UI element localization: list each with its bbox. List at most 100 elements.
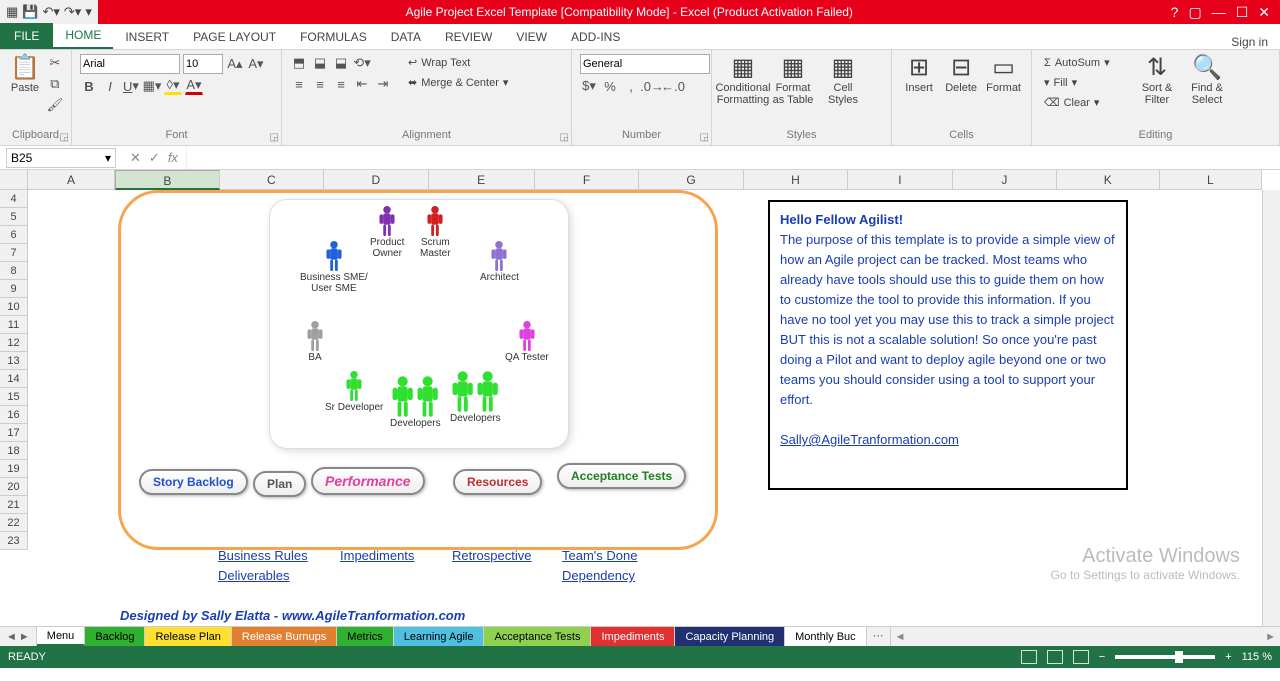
find-select-button[interactable]: 🔍Find & Select (1184, 54, 1230, 108)
align-middle-icon[interactable]: ⬓ (311, 54, 329, 72)
row-header[interactable]: 10 (0, 298, 28, 316)
column-header[interactable]: K (1057, 170, 1160, 189)
maximize-icon[interactable]: ☐ (1236, 4, 1249, 21)
select-all-corner[interactable] (0, 170, 28, 190)
tab-addins[interactable]: ADD-INS (559, 25, 632, 49)
clear-button[interactable]: ⌫Clear▾ (1040, 94, 1130, 111)
format-painter-icon[interactable]: 🖌 (46, 96, 64, 114)
sheet-tab[interactable]: Release Plan (145, 627, 231, 646)
tab-home[interactable]: HOME (53, 23, 113, 49)
zoom-out-icon[interactable]: − (1099, 651, 1105, 663)
zoom-in-icon[interactable]: + (1225, 651, 1231, 663)
tab-file[interactable]: FILE (0, 23, 53, 49)
align-bottom-icon[interactable]: ⬓ (332, 54, 350, 72)
row-header[interactable]: 23 (0, 532, 28, 550)
save-icon[interactable]: 💾 (22, 4, 38, 20)
row-header[interactable]: 8 (0, 262, 28, 280)
row-header[interactable]: 4 (0, 190, 28, 208)
row-header[interactable]: 17 (0, 424, 28, 442)
row-header[interactable]: 5 (0, 208, 28, 226)
page-break-view-icon[interactable] (1073, 650, 1089, 664)
autosum-button[interactable]: ΣAutoSum▾ (1040, 54, 1130, 71)
column-header[interactable]: G (639, 170, 743, 189)
intro-email-link[interactable]: Sally@AgileTranformation.com (780, 432, 959, 447)
sheet-tab[interactable]: Learning Agile (394, 627, 485, 646)
tab-view[interactable]: VIEW (504, 25, 559, 49)
bold-icon[interactable]: B (80, 77, 98, 95)
pill-performance[interactable]: Performance (311, 467, 425, 495)
sheet-tab[interactable]: Monthly Buc (785, 627, 867, 646)
column-header[interactable]: H (744, 170, 848, 189)
column-header[interactable]: C (220, 170, 324, 189)
dialog-launcher-icon[interactable]: ◲ (60, 132, 69, 143)
zoom-slider[interactable] (1115, 655, 1215, 659)
redo-icon[interactable]: ↷▾ (64, 4, 81, 20)
row-header[interactable]: 9 (0, 280, 28, 298)
formula-input[interactable] (186, 146, 1280, 169)
pill-acceptance[interactable]: Acceptance Tests (557, 463, 686, 489)
row-header[interactable]: 21 (0, 496, 28, 514)
row-header[interactable]: 16 (0, 406, 28, 424)
zoom-level[interactable]: 115 % (1242, 651, 1272, 663)
fill-color-icon[interactable]: ◊▾ (164, 77, 182, 95)
row-header[interactable]: 14 (0, 370, 28, 388)
column-header[interactable]: E (429, 170, 535, 189)
increase-indent-icon[interactable]: ⇥ (374, 75, 392, 93)
border-icon[interactable]: ▦▾ (143, 77, 161, 95)
decrease-decimal-icon[interactable]: ←.0 (664, 77, 682, 95)
link-deliverables[interactable]: Deliverables (218, 568, 290, 583)
sheet-tab[interactable]: Impediments (591, 627, 675, 646)
row-header[interactable]: 12 (0, 334, 28, 352)
pill-story-backlog[interactable]: Story Backlog (139, 469, 248, 495)
cut-icon[interactable]: ✂ (46, 54, 64, 72)
minimize-icon[interactable]: ― (1212, 4, 1226, 20)
help-icon[interactable]: ? (1171, 4, 1179, 20)
column-header[interactable]: F (535, 170, 639, 189)
comma-icon[interactable]: , (622, 77, 640, 95)
row-header[interactable]: 20 (0, 478, 28, 496)
cell-styles-button[interactable]: ▦Cell Styles (820, 54, 866, 108)
increase-decimal-icon[interactable]: .0→ (643, 77, 661, 95)
sheet-tab[interactable]: Menu (37, 627, 86, 646)
sort-filter-button[interactable]: ⇅Sort & Filter (1134, 54, 1180, 108)
dialog-launcher-icon[interactable]: ◲ (700, 132, 709, 143)
signin-link[interactable]: Sign in (1231, 35, 1280, 49)
column-header[interactable]: I (848, 170, 952, 189)
align-top-icon[interactable]: ⬒ (290, 54, 308, 72)
fill-button[interactable]: ▾Fill▾ (1040, 74, 1130, 91)
tab-pagelayout[interactable]: PAGE LAYOUT (181, 25, 288, 49)
column-header[interactable]: L (1160, 170, 1263, 189)
link-impediments[interactable]: Impediments (340, 548, 414, 563)
merge-center-button[interactable]: ⬌Merge & Center▾ (404, 74, 512, 91)
column-header[interactable]: D (324, 170, 428, 189)
sheet-tab[interactable]: Acceptance Tests (484, 627, 591, 646)
row-header[interactable]: 11 (0, 316, 28, 334)
align-right-icon[interactable]: ≡ (332, 75, 350, 93)
undo-icon[interactable]: ↶▾ (42, 4, 59, 20)
horizontal-scrollbar[interactable]: ◄► (890, 627, 1280, 646)
pill-plan[interactable]: Plan (253, 471, 306, 497)
link-dependency[interactable]: Dependency (562, 568, 635, 583)
sheet-prev-icon[interactable]: ◄ (6, 631, 17, 643)
sheet-tab[interactable]: Release Burnups (232, 627, 337, 646)
format-cells-button[interactable]: ▭Format (984, 54, 1023, 96)
insert-cells-button[interactable]: ⊞Insert (900, 54, 938, 96)
sheet-next-icon[interactable]: ► (19, 631, 30, 643)
row-header[interactable]: 13 (0, 352, 28, 370)
ribbon-options-icon[interactable]: ▢ (1188, 4, 1201, 21)
worksheet-grid[interactable]: ABCDEFGHIJKL 456789101112131415161718192… (0, 170, 1280, 626)
tabs-more-icon[interactable]: ⋯ (867, 627, 890, 646)
link-retrospective[interactable]: Retrospective (452, 548, 531, 563)
dialog-launcher-icon[interactable]: ◲ (270, 132, 279, 143)
tab-formulas[interactable]: FORMULAS (288, 25, 379, 49)
tab-insert[interactable]: INSERT (113, 25, 181, 49)
underline-icon[interactable]: U▾ (122, 77, 140, 95)
wrap-text-button[interactable]: ↩Wrap Text (404, 54, 512, 71)
column-header[interactable]: B (115, 170, 220, 190)
fx-icon[interactable]: fx (168, 150, 178, 166)
row-header[interactable]: 22 (0, 514, 28, 532)
row-header[interactable]: 15 (0, 388, 28, 406)
number-format-select[interactable] (580, 54, 710, 74)
italic-icon[interactable]: I (101, 77, 119, 95)
decrease-font-icon[interactable]: A▾ (247, 55, 265, 73)
